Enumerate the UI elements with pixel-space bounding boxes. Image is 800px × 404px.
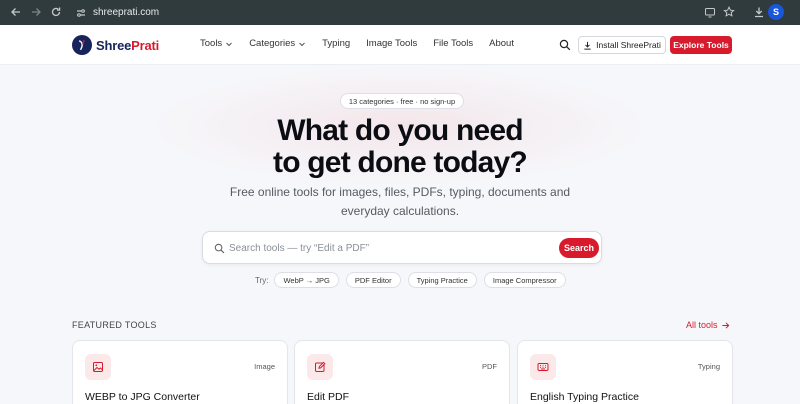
tool-card-typing-practice[interactable]: Typing English Typing Practice (517, 340, 733, 404)
try-chip-typing-practice[interactable]: Typing Practice (407, 272, 477, 288)
nav-image-tools[interactable]: Image Tools (366, 38, 417, 49)
search-submit-button[interactable]: Search (559, 238, 599, 258)
try-suggestions: Try: WebP → JPG PDF Editor Typing Practi… (255, 272, 573, 288)
arrow-right-icon (721, 321, 729, 329)
install-download-icon (584, 41, 591, 50)
hero-badge: 13 categories · free · no sign-up (340, 93, 464, 109)
try-chip-webp-jpg[interactable]: WebP → JPG (274, 272, 339, 288)
site-info-icon[interactable] (75, 7, 87, 19)
profile-avatar[interactable]: S (768, 4, 784, 20)
back-icon[interactable] (9, 5, 23, 19)
bookmark-star-icon[interactable] (722, 5, 736, 19)
keyboard-icon (530, 354, 556, 380)
reload-icon[interactable] (49, 5, 63, 19)
tool-search-input[interactable] (229, 240, 549, 257)
tool-card-title: English Typing Practice (530, 391, 639, 403)
featured-tools-heading: FEATURED TOOLS (72, 320, 157, 330)
site-logo[interactable]: ShreePrati (72, 35, 159, 55)
search-icon (214, 243, 225, 254)
explore-tools-button[interactable]: Explore Tools (670, 36, 732, 54)
nav-categories[interactable]: Categories (249, 38, 306, 49)
logo-mark-icon (72, 35, 92, 55)
nav-tools[interactable]: Tools (200, 38, 233, 49)
try-chip-image-compressor[interactable]: Image Compressor (483, 272, 566, 288)
logo-text: ShreePrati (96, 37, 160, 53)
nav-typing[interactable]: Typing (322, 38, 350, 49)
search-icon[interactable] (559, 39, 571, 51)
download-icon[interactable] (752, 5, 766, 19)
try-label: Try: (255, 275, 269, 285)
chevron-down-icon (226, 42, 233, 46)
forward-icon[interactable] (29, 5, 43, 19)
image-icon (85, 354, 111, 380)
install-app-button[interactable]: Install ShreePrati (578, 36, 666, 54)
chevron-down-icon (299, 42, 305, 46)
tool-card-edit-pdf[interactable]: PDF Edit PDF (294, 340, 510, 404)
tool-card-title: WEBP to JPG Converter (85, 391, 200, 403)
site-header: ShreePrati Tools Categories Typing Image… (0, 25, 800, 65)
tool-search-box: Search (202, 231, 602, 264)
nav-file-tools[interactable]: File Tools (433, 38, 473, 49)
address-url: shreeprati.com (93, 7, 160, 18)
try-chip-pdf-editor[interactable]: PDF Editor (345, 272, 401, 288)
hero-subtitle: Free online tools for images, files, PDF… (229, 185, 571, 218)
all-tools-link[interactable]: All tools (686, 320, 730, 330)
browser-toolbar: shreeprati.com S (0, 0, 800, 25)
tool-card-webp-to-jpg[interactable]: Image WEBP to JPG Converter (72, 340, 288, 404)
main-nav: Tools Categories Typing Image Tools File… (200, 38, 530, 49)
tool-card-tag: Image (254, 362, 275, 371)
nav-about[interactable]: About (489, 38, 514, 49)
cast-icon[interactable] (703, 5, 717, 19)
tool-card-tag: PDF (482, 362, 497, 371)
edit-icon (307, 354, 333, 380)
tool-card-tag: Typing (697, 362, 720, 371)
address-bar[interactable]: shreeprati.com (67, 3, 687, 22)
tool-card-title: Edit PDF (307, 391, 350, 403)
hero-title: What do you need to get done today? (273, 114, 528, 179)
